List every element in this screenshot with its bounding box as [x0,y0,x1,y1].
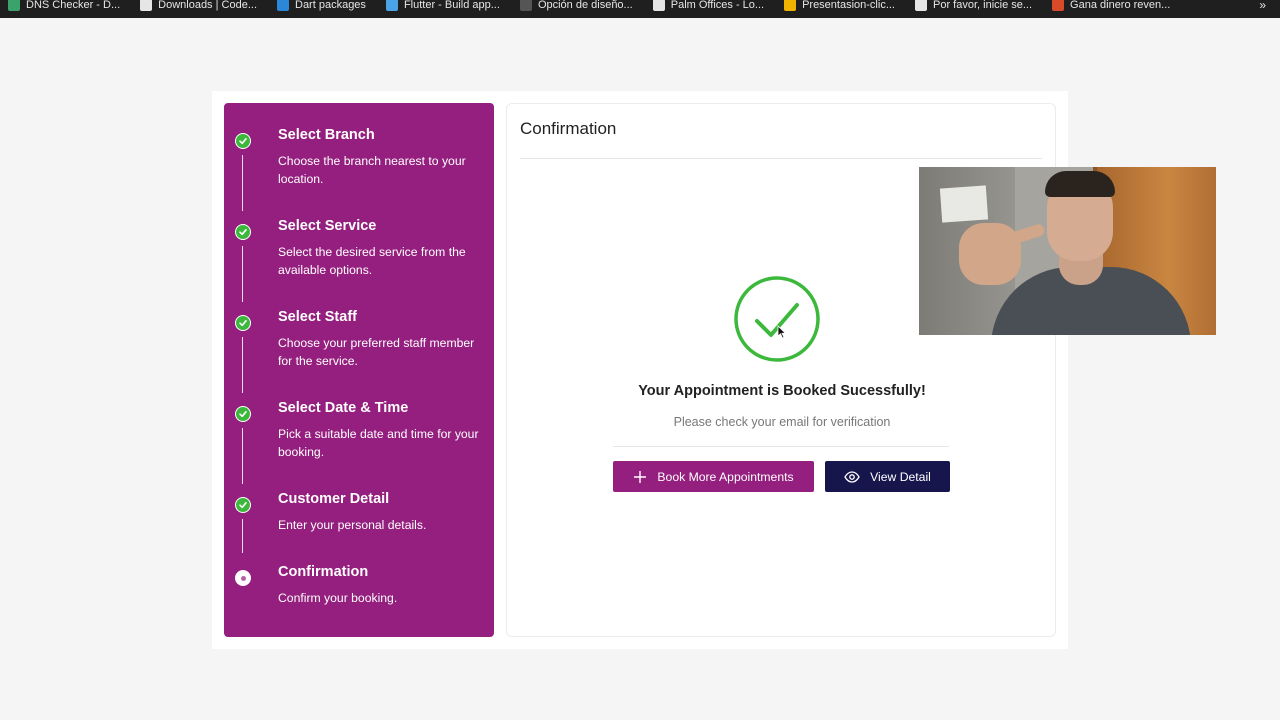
bookmark-favicon-icon [652,0,665,11]
step-connector [242,519,243,553]
bookmark-favicon-icon [8,0,20,11]
page-title: Confirmation [520,119,617,138]
bookmark-label: Downloads | Code... [158,0,257,11]
plus-icon [634,470,647,483]
bookmark-item[interactable]: Presentasion-clic... [784,0,895,11]
step-connector [242,246,243,302]
steps-sidebar: Select Branch Choose the branch nearest t… [224,103,494,637]
bookmarks-overflow-icon[interactable]: » [1259,0,1266,12]
verification-message: Please check your email for verification [673,415,891,429]
title-divider [520,158,1042,159]
bookmark-item[interactable]: Opción de diseño... [519,0,633,11]
bookmark-item[interactable]: Palm Offices - Lo... [652,0,765,11]
step-description: Enter your personal details. [278,518,427,532]
bookmark-label: Palm Offices - Lo... [670,0,765,11]
step-title: Select Service [278,218,377,234]
bookmark-favicon-icon [784,0,797,11]
step-title: Customer Detail [278,491,390,507]
bookmark-item[interactable]: Por favor, inicie se... [915,0,1032,11]
bookmark-label: Presentasion-clic... [802,0,895,11]
bookmark-favicon-icon [1052,0,1065,11]
bookmark-favicon-icon [277,0,289,11]
bookmark-item[interactable]: Downloads | Code... [140,0,257,11]
webcam-overlay [919,167,1216,335]
step-title: Confirmation [278,564,369,580]
view-detail-label: View Detail [870,469,931,484]
bookmark-item[interactable]: Flutter - Build app... [385,0,500,11]
step-description: Pick a suitable date and time for your b… [278,427,479,459]
bookmark-favicon-icon [140,0,153,11]
step-connector [242,428,243,484]
radio-dot-icon [235,570,251,586]
bookmark-label: Por favor, inicie se... [933,0,1033,11]
bookmark-label: Dart packages [295,0,366,11]
step-description: Choose your preferred staff member for t… [278,336,475,368]
success-message: Your Appointment is Booked Sucessfully! [638,383,926,399]
step-connector [242,337,243,393]
bookmark-favicon-icon [915,0,927,11]
step-title: Select Staff [278,309,357,325]
bookmark-label: Gana dinero reven... [1070,0,1171,11]
step-title: Select Date & Time [278,400,409,416]
step-title: Select Branch [278,127,375,143]
step-connector [242,155,243,211]
bookmark-item[interactable]: Dart packages [277,0,366,11]
bookmark-label: Flutter - Build app... [403,0,500,11]
step-description: Confirm your booking. [278,591,398,605]
bookmark-favicon-icon [385,0,398,11]
book-more-label: Book More Appointments [657,469,794,484]
bookmarks-bar: DNS Checker - D... Downloads | Code... Dar… [0,0,1280,18]
check-circle-icon [235,315,251,331]
bookmark-label: Opción de diseño... [537,0,633,11]
bookmark-item[interactable]: DNS Checker - D... [8,0,120,11]
check-circle-icon [235,224,251,240]
check-circle-icon [235,133,251,149]
check-circle-icon [235,497,251,513]
check-ring-icon [734,276,820,362]
eye-icon [844,470,860,483]
step-description: Select the desired service from the avai… [278,245,466,277]
book-more-appointments-button[interactable]: Book More Appointments [613,461,814,492]
bookmark-favicon-icon [519,0,532,11]
view-detail-button[interactable]: View Detail [825,461,950,492]
bookmark-label: DNS Checker - D... [26,0,121,11]
step-description: Choose the branch nearest to your locati… [278,154,466,186]
actions-divider [613,446,949,447]
bookmark-item[interactable]: Gana dinero reven... [1052,0,1170,11]
check-circle-icon [235,406,251,422]
mouse-cursor-icon [777,325,787,339]
